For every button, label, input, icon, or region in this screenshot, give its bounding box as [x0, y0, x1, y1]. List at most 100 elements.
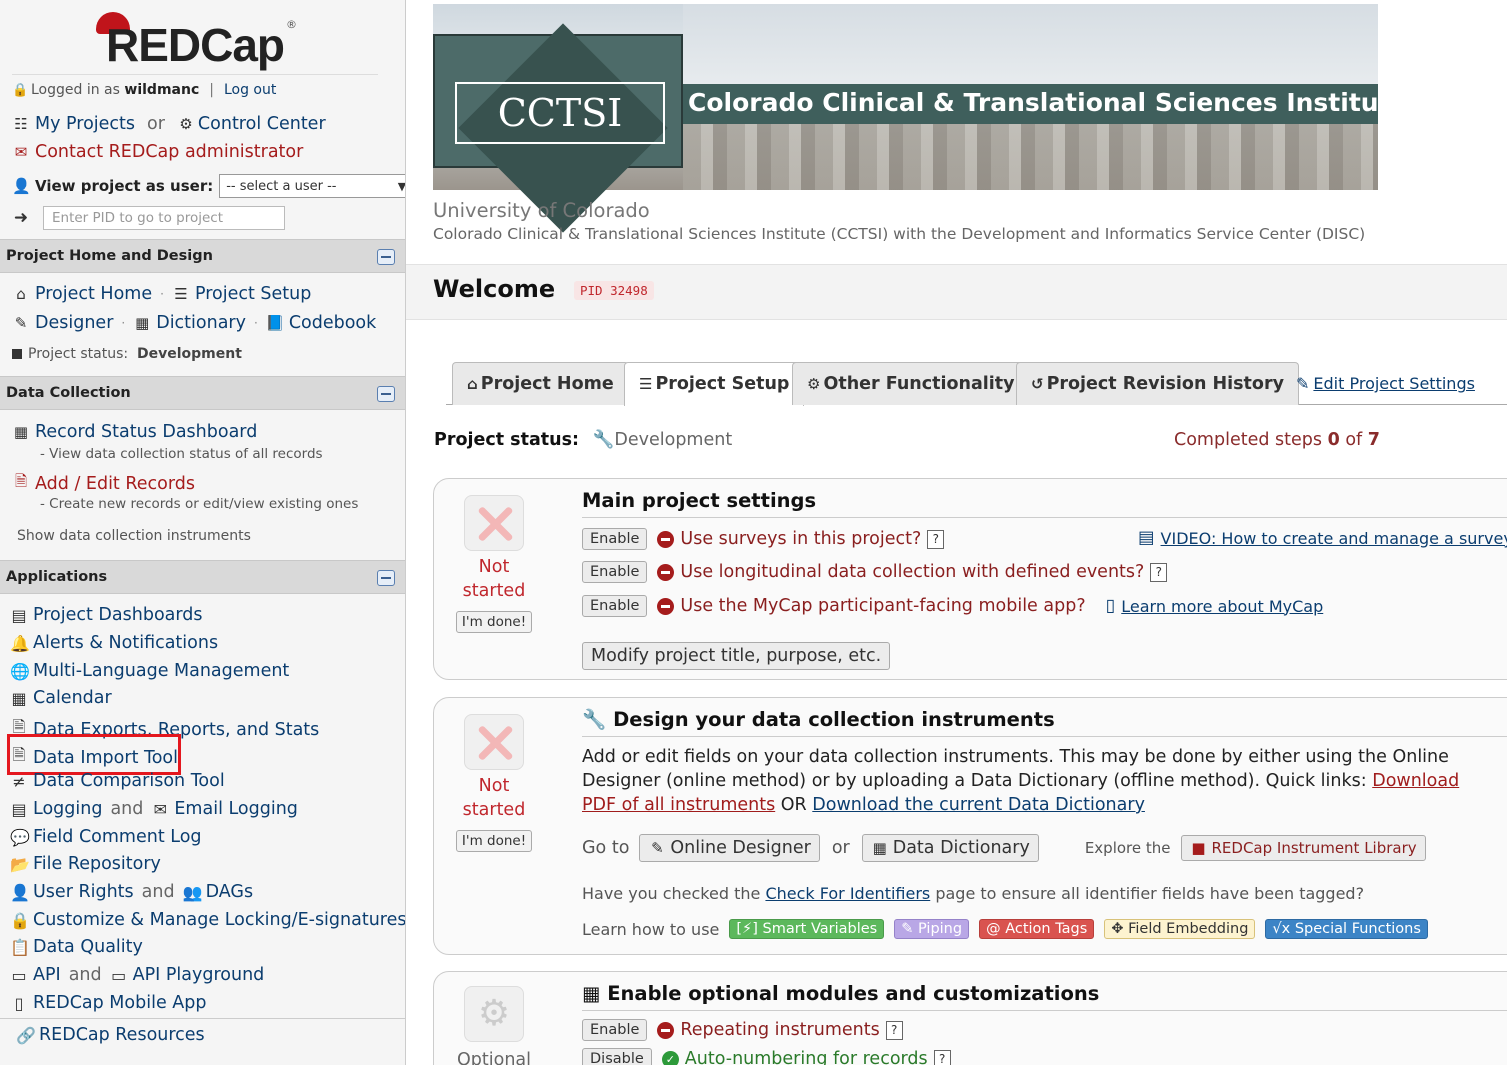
special-functions-button[interactable]: √x Special Functions: [1265, 919, 1428, 939]
modify-project-button[interactable]: Modify project title, purpose, etc.: [582, 642, 891, 670]
user-rights-link[interactable]: User Rights: [33, 882, 134, 902]
home-icon: ⌂: [16, 285, 26, 303]
pid-input[interactable]: Enter PID to go to project: [43, 206, 285, 230]
longitudinal-label: Use longitudinal data collection with de…: [680, 562, 1145, 582]
help-icon[interactable]: ?: [927, 529, 945, 549]
gear-icon: ⚙: [807, 375, 821, 393]
app-mobile[interactable]: ▯ REDCap Mobile App: [10, 993, 207, 1013]
smart-variables-button[interactable]: [⚡] Smart Variables: [729, 919, 885, 939]
contact-row[interactable]: ✉ Contact REDCap administrator: [12, 142, 304, 162]
api-playground-link[interactable]: API Playground: [133, 965, 265, 985]
edit-icon: ✎: [651, 839, 664, 857]
pid-badge: PID 32498: [574, 281, 654, 300]
tag-label: Action Tags: [1005, 921, 1088, 937]
im-done-button[interactable]: I'm done!: [455, 611, 533, 633]
calendar-icon: ▦: [11, 688, 27, 708]
app-label: Multi-Language Management: [33, 661, 290, 681]
project-setup-link[interactable]: Project Setup: [195, 284, 311, 304]
contact-admin-link[interactable]: Contact REDCap administrator: [35, 142, 303, 162]
dictionary-link[interactable]: Dictionary: [156, 313, 246, 333]
dot-separator: ·: [160, 287, 164, 301]
or-text: or: [831, 838, 850, 858]
collapse-icon[interactable]: [377, 249, 395, 265]
data-dictionary-button[interactable]: ▦ Data Dictionary: [861, 834, 1039, 862]
collapse-icon[interactable]: [377, 570, 395, 586]
view-as-user-select[interactable]: -- select a user -- ▼: [219, 174, 406, 198]
add-edit-records-link[interactable]: Add / Edit Records: [35, 474, 195, 494]
tab-project-home[interactable]: ⌂ Project Home: [452, 362, 629, 405]
record-status-dashboard-link[interactable]: Record Status Dashboard: [35, 422, 257, 442]
edit-project-settings-link[interactable]: ✎ Edit Project Settings: [1296, 374, 1475, 393]
redcap-logo[interactable]: REDCap ®: [96, 10, 306, 71]
help-icon[interactable]: ?: [1150, 562, 1168, 582]
wrench-icon: 🔧: [582, 708, 607, 731]
excel-icon: ▦: [872, 839, 887, 857]
download-dictionary-link[interactable]: Download the current Data Dictionary: [812, 795, 1145, 815]
project-home-link[interactable]: Project Home: [35, 284, 152, 304]
codebook-link[interactable]: Codebook: [289, 313, 376, 333]
enable-repeating-button[interactable]: Enable: [582, 1019, 648, 1041]
home-setup-row: ⌂ Project Home · ☰ Project Setup: [12, 284, 311, 304]
welcome-bar: [406, 264, 1507, 320]
excel-icon: ▦: [135, 314, 150, 332]
online-designer-button[interactable]: ✎ Online Designer: [639, 834, 820, 862]
instrument-library-button[interactable]: ■ REDCap Instrument Library: [1180, 835, 1426, 861]
logged-in-label: Logged in as: [31, 82, 120, 98]
tab-project-setup[interactable]: ☰ Project Setup: [624, 362, 805, 406]
disable-autonumber-button[interactable]: Disable: [582, 1048, 652, 1065]
check-identifiers-link[interactable]: Check For Identifiers: [765, 884, 930, 903]
goto-label: Go to: [582, 838, 630, 858]
app-project-dashboards[interactable]: ▤ Project Dashboards: [10, 605, 203, 625]
app-comment-log[interactable]: 💬 Field Comment Log: [10, 827, 202, 847]
im-done-button[interactable]: I'm done!: [455, 830, 533, 852]
not-label: Not: [478, 557, 510, 577]
control-center-link[interactable]: Control Center: [198, 114, 326, 134]
status-label: Project status:: [28, 346, 129, 362]
enable-surveys-button[interactable]: Enable: [582, 528, 648, 550]
app-alerts[interactable]: 🔔 Alerts & Notifications: [10, 633, 218, 653]
piping-button[interactable]: ✎ Piping: [894, 919, 970, 939]
modify-row: Modify project title, purpose, etc.: [582, 642, 891, 670]
section-title: Project Home and Design: [6, 248, 213, 264]
action-tags-button[interactable]: @ Action Tags: [979, 919, 1095, 939]
surveys-label: Use surveys in this project?: [680, 529, 922, 549]
app-label: Calendar: [33, 688, 112, 708]
institution-banner: Colorado Clinical & Translational Scienc…: [433, 4, 1407, 233]
tag-label: Field Embedding: [1128, 921, 1249, 937]
folder-open-icon: 📂: [10, 854, 30, 874]
help-icon[interactable]: ?: [885, 1020, 903, 1040]
app-file-repository[interactable]: 📂 File Repository: [10, 854, 161, 874]
comments-icon: 💬: [10, 827, 30, 847]
gear-icon: ⚙: [464, 986, 524, 1042]
designer-link[interactable]: Designer: [35, 313, 113, 333]
collapse-icon[interactable]: [377, 386, 395, 402]
show-instruments-link[interactable]: Show data collection instruments: [17, 528, 251, 544]
help-icon[interactable]: ?: [933, 1049, 951, 1065]
dags-link[interactable]: DAGs: [206, 882, 254, 902]
chevron-down-icon: ▼: [397, 179, 406, 193]
mycap-learn-link[interactable]: Learn more about MyCap: [1121, 597, 1323, 616]
field-embedding-button[interactable]: ✥ Field Embedding: [1104, 919, 1256, 939]
enable-longitudinal-button[interactable]: Enable: [582, 561, 648, 583]
repeating-label: Repeating instruments: [680, 1020, 880, 1040]
logout-link[interactable]: Log out: [224, 82, 276, 98]
sidebar: REDCap ® 🔒 Logged in as wildmanc | Log o…: [0, 0, 406, 1065]
projects-row: ☷ My Projects or ⚙ Control Center: [12, 114, 326, 134]
tab-revision-history[interactable]: ↺ Project Revision History: [1016, 362, 1299, 405]
enable-mycap-button[interactable]: Enable: [582, 595, 648, 617]
app-label: Data Comparison Tool: [33, 771, 225, 791]
app-mlm[interactable]: 🌐 Multi-Language Management: [10, 661, 289, 681]
email-logging-link[interactable]: Email Logging: [174, 799, 298, 819]
app-data-quality[interactable]: 📋 Data Quality: [10, 937, 143, 957]
tab-other-functionality[interactable]: ⚙ Other Functionality: [792, 362, 1030, 405]
redcap-resources-link[interactable]: 🔗 REDCap Resources: [16, 1025, 205, 1045]
logging-link[interactable]: Logging: [33, 799, 102, 819]
video-link[interactable]: ▤ VIDEO: How to create and manage a surve…: [1138, 528, 1507, 548]
my-projects-link[interactable]: My Projects: [35, 114, 135, 134]
app-locking[interactable]: 🔒 Customize & Manage Locking/E-signatures: [10, 910, 405, 930]
app-calendar[interactable]: ▦ Calendar: [10, 688, 112, 708]
api-link[interactable]: API: [33, 965, 61, 985]
card-title-text: Design your data collection instruments: [613, 708, 1055, 731]
app-data-comparison[interactable]: ≠ Data Comparison Tool: [10, 771, 225, 791]
app-label: Project Dashboards: [33, 605, 203, 625]
